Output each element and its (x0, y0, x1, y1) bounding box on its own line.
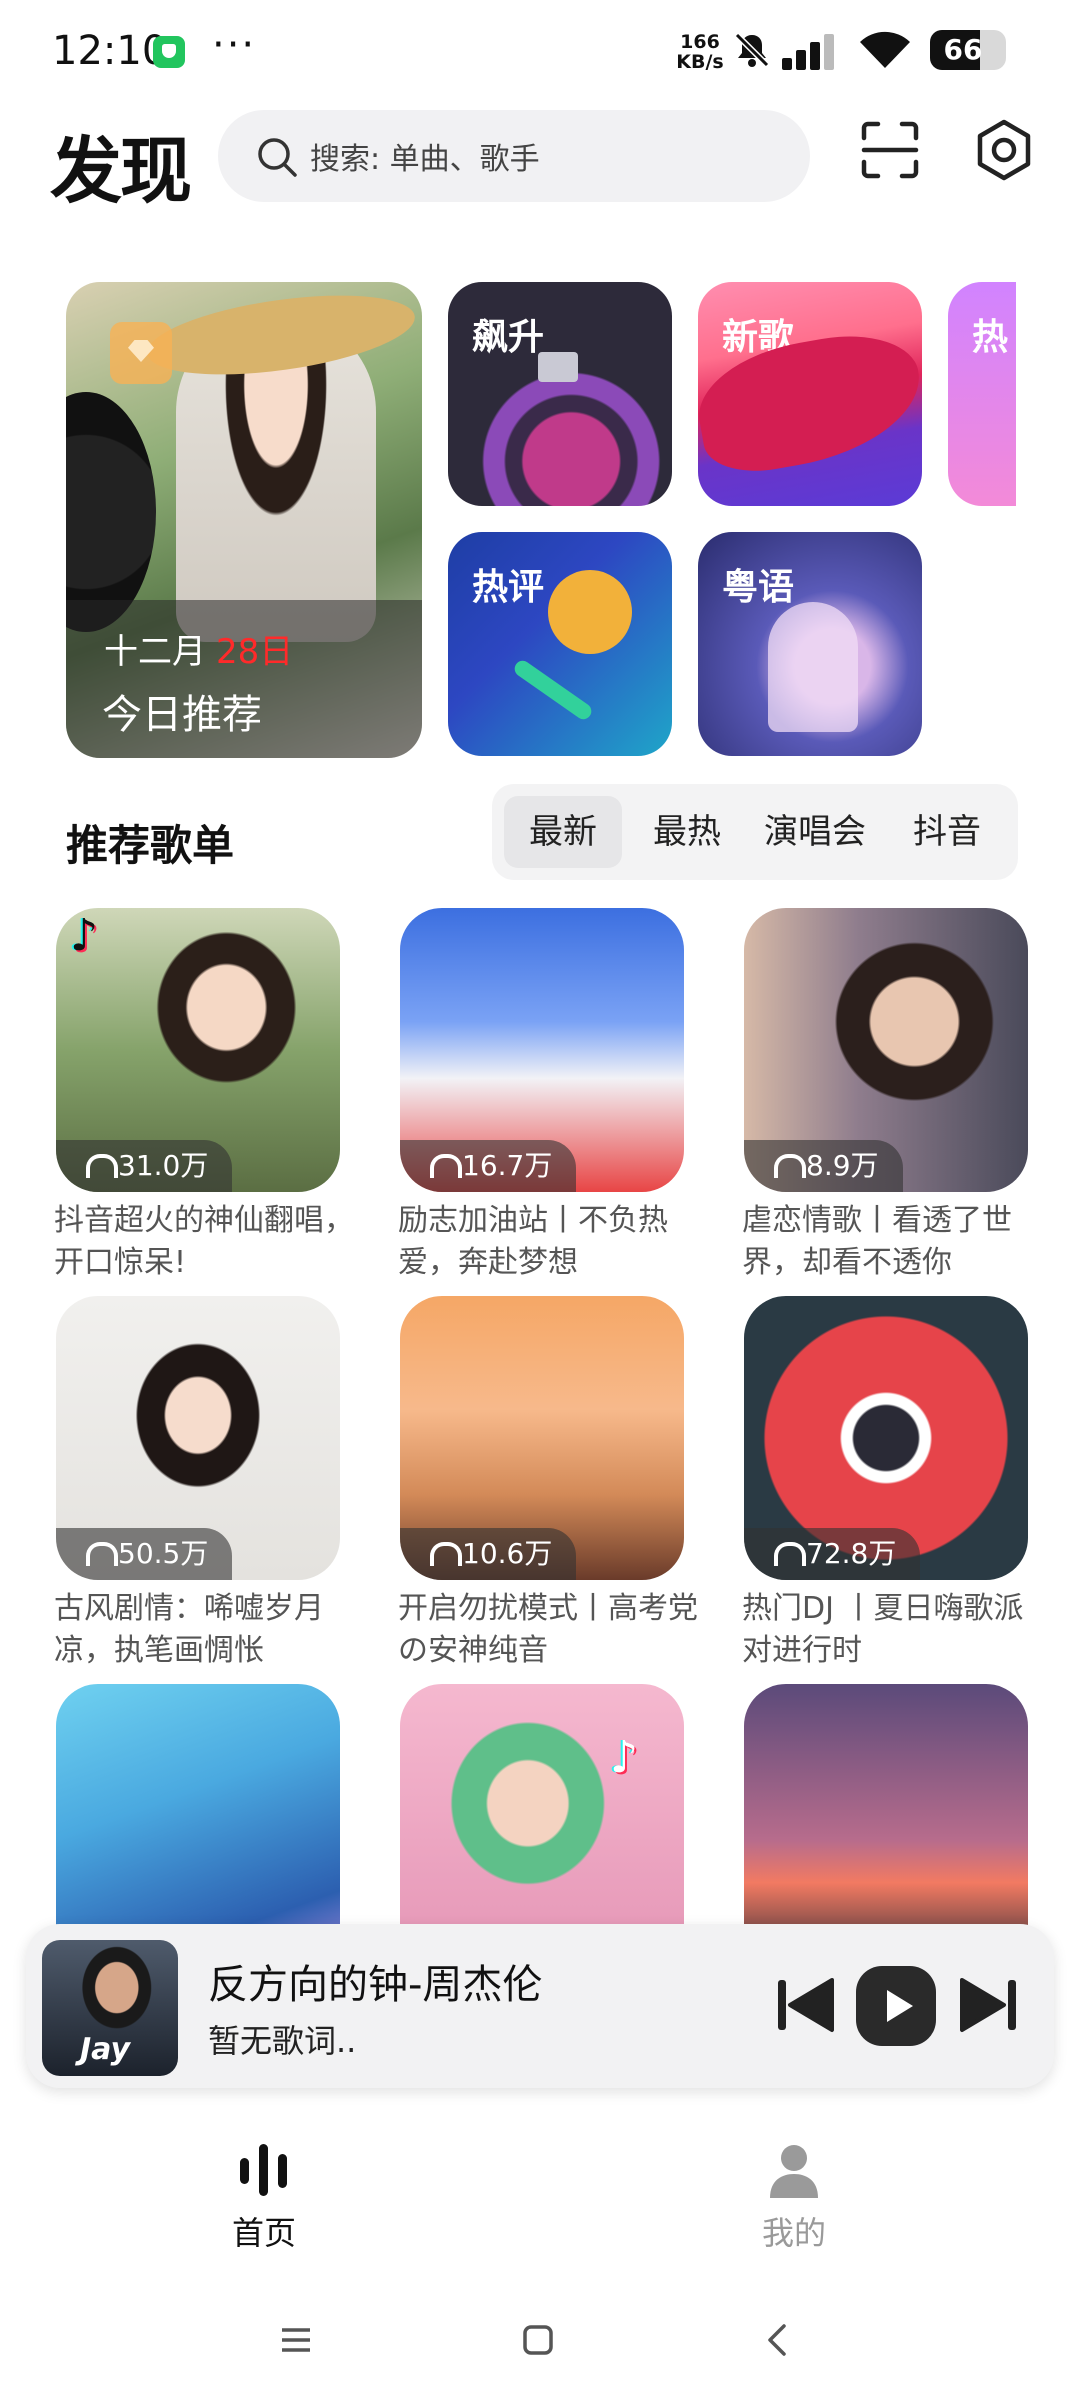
tab-hottest[interactable]: 最热 (634, 796, 740, 868)
play-count: 16.7万 (400, 1140, 577, 1192)
previous-track-button[interactable] (772, 1972, 838, 2038)
tab-latest[interactable]: 最新 (504, 796, 622, 868)
user-icon (770, 2145, 818, 2198)
play-button[interactable] (856, 1966, 936, 2046)
next-track-button[interactable] (956, 1972, 1022, 2038)
home-square-icon[interactable] (508, 2310, 568, 2370)
douyin-logo-icon: ♪ ♪ ♪ (608, 1732, 641, 1785)
page-title: 发现 (50, 129, 192, 213)
chart-tile-rising[interactable]: 飙升 (448, 282, 672, 506)
equalizer-icon (240, 2144, 287, 2196)
scan-icon[interactable] (858, 118, 922, 182)
nav-home[interactable]: 首页 (164, 2134, 364, 2264)
top-header: 发现 搜索: 单曲、歌手 (0, 100, 1080, 230)
daily-date: 十二月 28日 (104, 624, 293, 673)
play-count: 8.9万 (744, 1140, 903, 1192)
playlist-cover: 8.9万 (744, 908, 1028, 1192)
daily-month: 十二月 (104, 632, 206, 672)
chart-tile-new-songs[interactable]: 新歌 (698, 282, 922, 506)
network-speed-unit: KB/s (676, 51, 724, 73)
tile-label: 新歌 (722, 317, 795, 358)
playlist-cover: 16.7万 (400, 908, 684, 1192)
battery-level: 66 (943, 33, 983, 66)
playlist-title: 开启勿扰模式丨高考党の安神纯音 (398, 1591, 698, 1668)
playlist-cover: 72.8万 (744, 1296, 1028, 1580)
diamond-vip-icon (110, 322, 172, 384)
search-bar[interactable]: 搜索: 单曲、歌手 (218, 110, 810, 202)
battery-icon: 66 (930, 30, 1006, 70)
search-icon (258, 138, 297, 177)
bottom-nav: 首页 我的 (0, 2110, 1080, 2270)
nav-mine-label: 我的 (761, 2214, 826, 2252)
play-count: 10.6万 (400, 1528, 577, 1580)
tile-label: 热评 (472, 567, 545, 608)
playlist-title: 抖音超火的神仙翻唱，开口惊呆! (54, 1203, 354, 1280)
album-art: Jay (42, 1940, 178, 2076)
nav-home-label: 首页 (231, 2214, 296, 2252)
daily-day: 28日 (216, 632, 294, 672)
douyin-logo-icon: ♪ ♪ ♪ (68, 910, 101, 963)
daily-recommend-label: 今日推荐 (102, 692, 262, 738)
tab-douyin[interactable]: 抖音 (892, 796, 1002, 868)
tile-label: 粤语 (722, 567, 795, 608)
signal-icon (782, 32, 844, 70)
play-count: 50.5万 (56, 1528, 233, 1580)
now-playing-lyric: 暂无歌词.. (208, 2022, 357, 2060)
status-time: 12:10 (52, 28, 168, 74)
chart-tile-hot[interactable]: 热 (948, 282, 1016, 506)
playlist-title: 热门DJ 丨夏日嗨歌派对进行时 (742, 1591, 1024, 1668)
wifi-icon (860, 31, 910, 68)
now-playing-title: 反方向的钟-周杰伦 (208, 1962, 543, 2008)
app-root: 12:10 ··· 166 KB/s 66 发现 搜索: 单曲、歌手 十二月 2… (0, 0, 1080, 2400)
tab-concert[interactable]: 演唱会 (750, 796, 880, 868)
playlist-cover: 50.5万 (56, 1296, 340, 1580)
network-speed: 166 KB/s (672, 32, 728, 72)
playlist-title: 古风剧情：唏嘘岁月凉，执笔画惆怅 (54, 1591, 324, 1668)
vinyl-record-image (66, 392, 156, 632)
chart-tile-hot-comments[interactable]: 热评 (448, 532, 672, 756)
more-notifications-icon: ··· (212, 22, 257, 68)
system-nav-bar (0, 2280, 1080, 2400)
gear-icon[interactable] (972, 118, 1036, 182)
featured-section: 十二月 28日 今日推荐 飙升 新歌 热 热评 粤语 (0, 280, 1080, 760)
playlist-cover: 10.6万 (400, 1296, 684, 1580)
chart-tile-cantonese[interactable]: 粤语 (698, 532, 922, 756)
playlist-cover: ♪ ♪ ♪ 31.0万 (56, 908, 340, 1192)
mini-player[interactable]: Jay 反方向的钟-周杰伦 暂无歌词.. (26, 1924, 1054, 2088)
album-art-text: Jay (80, 2032, 131, 2067)
back-icon[interactable] (748, 2310, 808, 2370)
security-app-icon (153, 36, 185, 68)
search-placeholder: 搜索: 单曲、歌手 (310, 142, 540, 177)
playlist-filter-tabs: 最新 最热 演唱会 抖音 (492, 784, 1018, 880)
daily-recommend-card[interactable]: 十二月 28日 今日推荐 (66, 282, 422, 758)
play-count: 31.0万 (56, 1140, 233, 1192)
nav-mine[interactable]: 我的 (694, 2134, 894, 2264)
status-bar: 12:10 ··· 166 KB/s 66 (0, 0, 1080, 100)
section-title: 推荐歌单 (66, 821, 235, 870)
tile-label: 飙升 (472, 317, 545, 358)
daily-recommend-caption: 十二月 28日 今日推荐 (66, 600, 422, 758)
tile-label: 热 (972, 317, 1009, 358)
network-speed-value: 166 (680, 31, 720, 53)
menu-icon[interactable] (266, 2310, 326, 2370)
playlist-title: 励志加油站丨不负热爱，奔赴梦想 (398, 1203, 668, 1280)
bell-muted-icon (734, 32, 770, 68)
play-count: 72.8万 (744, 1528, 921, 1580)
playlist-title: 虐恋情歌丨看透了世界，却看不透你 (742, 1203, 1012, 1280)
